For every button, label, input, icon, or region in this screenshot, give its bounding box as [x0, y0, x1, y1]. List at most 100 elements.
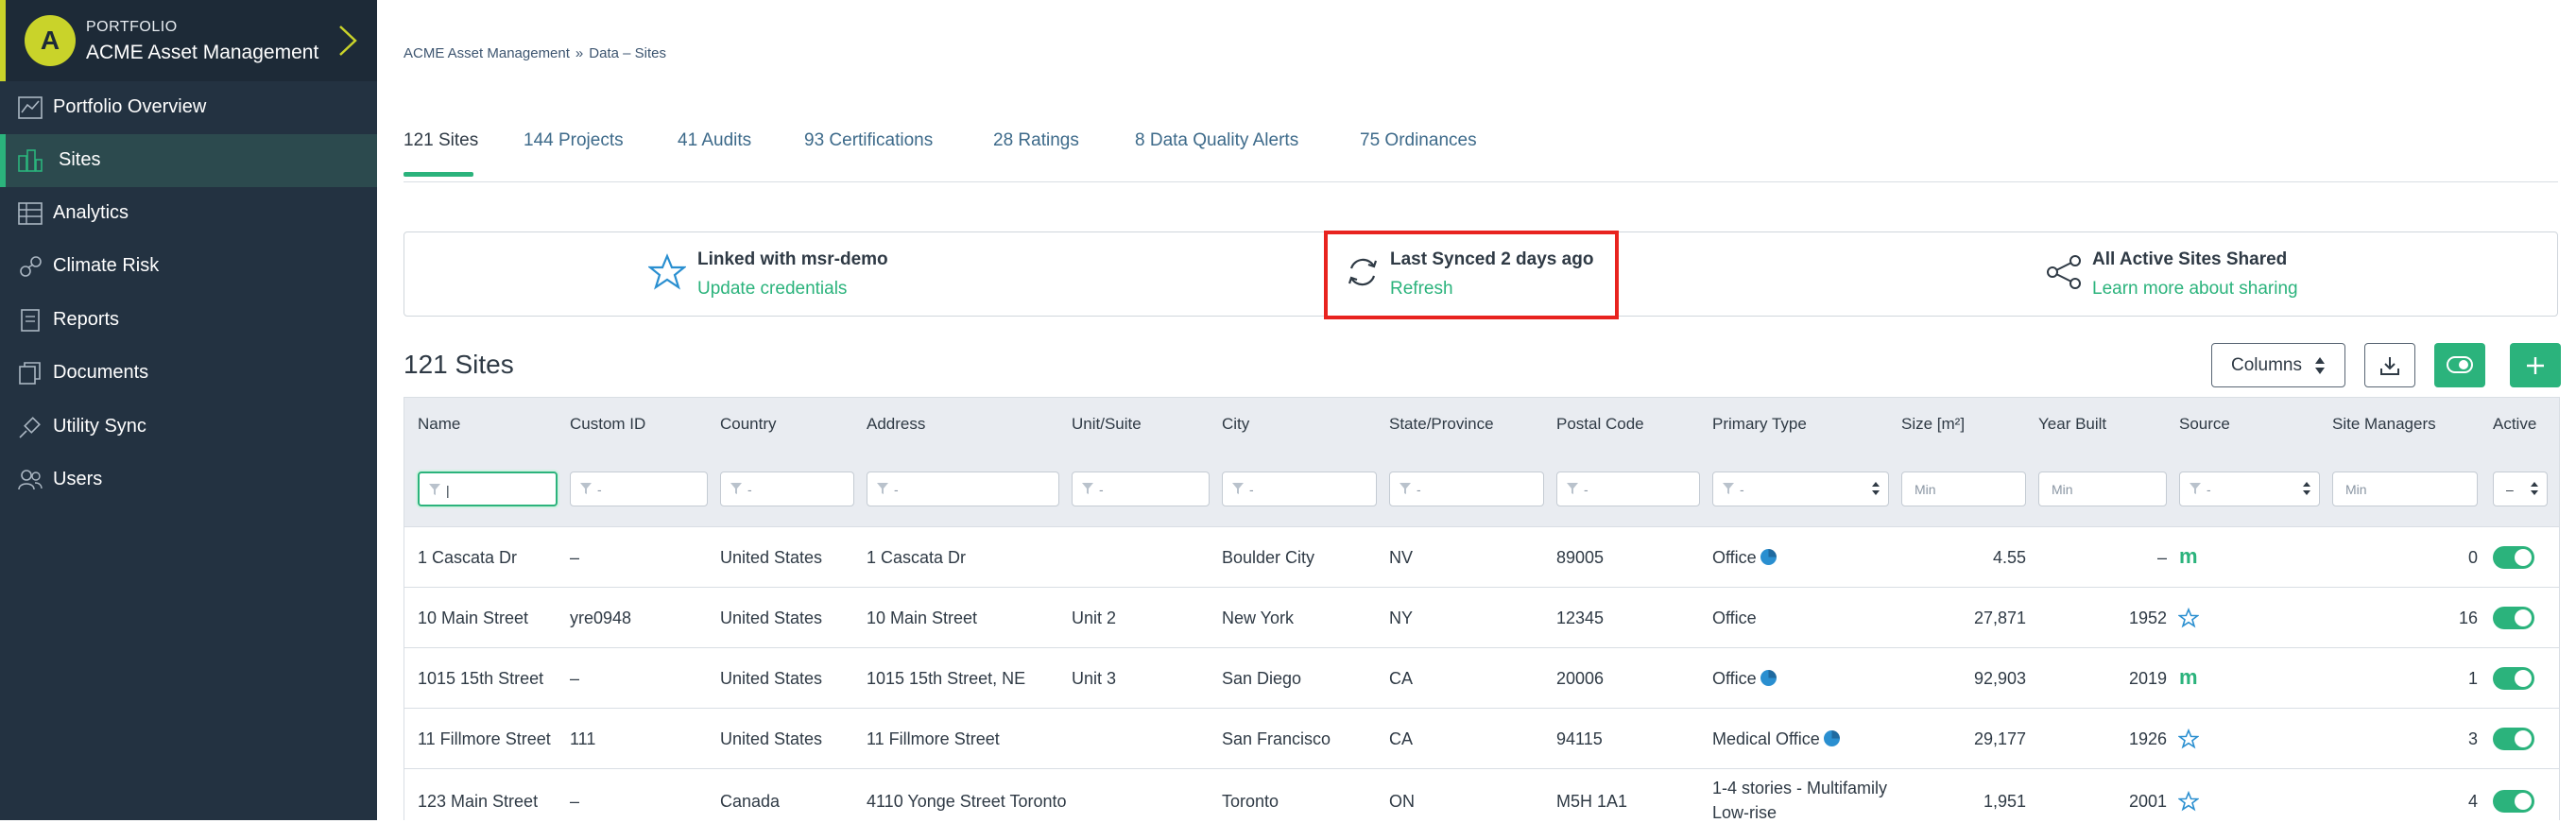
breadcrumb-root-link[interactable]: ACME Asset Management [404, 45, 570, 61]
unit-filter-input[interactable]: - [1072, 472, 1210, 506]
cell-country: United States [720, 548, 823, 567]
cell-state: NY [1389, 609, 1414, 627]
filter-icon [877, 483, 888, 494]
cell-size: 4.55 [1992, 548, 2026, 567]
name-filter-input[interactable]: | [418, 472, 558, 506]
sidebar-item-utility-sync[interactable]: Utility Sync [0, 401, 377, 454]
tab-audits[interactable]: 41 Audits [678, 130, 751, 151]
state-filter-input[interactable]: - [1389, 472, 1544, 506]
update-credentials-link[interactable]: Update credentials [697, 279, 888, 300]
toggle-view-button[interactable] [2434, 343, 2485, 387]
tab-certifications[interactable]: 93 Certifications [804, 130, 933, 151]
tab-ratings[interactable]: 28 Ratings [993, 130, 1079, 151]
cell-primary-type: Office [1712, 609, 1757, 627]
columns-button[interactable]: Columns [2211, 343, 2345, 387]
sidebar-item-sites[interactable]: Sites [0, 134, 377, 187]
breadcrumb-current[interactable]: Data – Sites [589, 45, 666, 61]
breadcrumb-separator: » [575, 45, 584, 61]
cell-name[interactable]: 123 Main Street [418, 792, 538, 812]
portfolio-switcher[interactable]: A PORTFOLIO ACME Asset Management [0, 0, 377, 81]
column-header-year-built[interactable]: Year Built [2038, 415, 2106, 434]
column-header-state[interactable]: State/Province [1389, 415, 1494, 434]
avatar: A [25, 15, 76, 66]
active-toggle[interactable] [2493, 667, 2534, 690]
column-header-active[interactable]: Active [2493, 415, 2536, 434]
report-icon [21, 309, 40, 332]
column-header-site-managers[interactable]: Site Managers [2332, 415, 2436, 434]
column-header-city[interactable]: City [1222, 415, 1249, 434]
sidebar-item-analytics[interactable]: Analytics [0, 187, 377, 240]
sites-table: Name Custom ID Country Address Unit/Suit… [404, 397, 2560, 822]
column-header-primary-type[interactable]: Primary Type [1712, 415, 1807, 434]
cell-year-built: 2001 [2128, 792, 2167, 811]
city-filter-input[interactable]: - [1222, 472, 1377, 506]
climate-icon [20, 256, 42, 277]
cell-city: Toronto [1222, 792, 1279, 811]
tab-ordinances[interactable]: 75 Ordinances [1360, 130, 1477, 151]
cell-name[interactable]: 1 Cascata Dr [418, 548, 517, 568]
column-header-source[interactable]: Source [2179, 415, 2230, 434]
columns-label: Columns [2231, 355, 2302, 375]
sidebar-item-climate-risk[interactable]: Climate Risk [0, 240, 377, 293]
cell-country: Canada [720, 792, 781, 811]
sidebar-item-reports[interactable]: Reports [0, 294, 377, 347]
sidebar-item-documents[interactable]: Documents [0, 347, 377, 400]
sidebar-item-users[interactable]: Users [0, 454, 377, 506]
filter-row: | - - - - - - - - Min Min - Min – [404, 452, 2559, 527]
postal-code-filter-input[interactable]: - [1556, 472, 1700, 506]
active-toggle[interactable] [2493, 607, 2534, 629]
download-button[interactable] [2364, 343, 2415, 387]
active-toggle[interactable] [2493, 790, 2534, 813]
table-row[interactable]: 11 Fillmore Street 111 United States 11 … [404, 709, 2559, 769]
sidebar-item-portfolio-overview[interactable]: Portfolio Overview [0, 81, 377, 134]
select-arrows-icon [2531, 482, 2538, 495]
cell-country: United States [720, 669, 823, 688]
sidebar-item-label: Climate Risk [53, 255, 160, 276]
tab-sites[interactable]: 121 Sites [404, 130, 478, 151]
primary-type-filter-select[interactable]: - [1712, 472, 1889, 506]
chevron-right-icon[interactable] [336, 23, 359, 59]
column-header-unit[interactable]: Unit/Suite [1072, 415, 1142, 434]
table-row[interactable]: 10 Main Street yre0948 United States 10 … [404, 588, 2559, 648]
active-toggle[interactable] [2493, 546, 2534, 569]
year-built-min-input[interactable]: Min [2038, 472, 2167, 506]
learn-more-sharing-link[interactable]: Learn more about sharing [2092, 279, 2298, 300]
filter-icon [1232, 483, 1244, 494]
share-icon [2047, 255, 2081, 289]
active-toggle[interactable] [2493, 728, 2534, 750]
tab-data-quality-alerts[interactable]: 8 Data Quality Alerts [1135, 130, 1298, 151]
column-header-name[interactable]: Name [418, 415, 460, 434]
add-site-button[interactable] [2510, 343, 2561, 387]
country-filter-input[interactable]: - [720, 472, 854, 506]
column-header-country[interactable]: Country [720, 415, 777, 434]
custom-id-filter-input[interactable]: - [570, 472, 708, 506]
cell-size: 27,871 [1973, 609, 2026, 627]
highlight-box [1324, 231, 1619, 319]
column-header-address[interactable]: Address [867, 415, 925, 434]
column-header-postal-code[interactable]: Postal Code [1556, 415, 1644, 434]
cell-country: United States [720, 609, 823, 627]
cell-name[interactable]: 11 Fillmore Street [418, 729, 551, 749]
tab-projects[interactable]: 144 Projects [524, 130, 624, 151]
cell-address: 10 Main Street [867, 609, 978, 627]
cell-unit: Unit 2 [1072, 609, 1117, 627]
column-header-size[interactable]: Size [m²] [1901, 415, 1965, 434]
tab-bar: 121 Sites 144 Projects 41 Audits 93 Cert… [404, 123, 2558, 182]
cell-name[interactable]: 1015 15th Street [418, 669, 543, 689]
address-filter-input[interactable]: - [867, 472, 1059, 506]
cell-postal-code: 20006 [1556, 669, 1605, 688]
column-header-custom-id[interactable]: Custom ID [570, 415, 645, 434]
table-row[interactable]: 1 Cascata Dr – United States 1 Cascata D… [404, 527, 2559, 588]
site-managers-min-input[interactable]: Min [2332, 472, 2478, 506]
filter-placeholder: - [1740, 482, 1744, 497]
source-filter-select[interactable]: - [2179, 472, 2320, 506]
primary-type-text: Medical Office [1712, 729, 1820, 748]
filter-icon [1567, 483, 1578, 494]
size-min-input[interactable]: Min [1901, 472, 2026, 506]
active-filter-select[interactable]: – [2493, 472, 2548, 506]
table-row[interactable]: 1015 15th Street – United States 1015 15… [404, 648, 2559, 709]
cell-name[interactable]: 10 Main Street [418, 609, 528, 628]
table-row[interactable]: 123 Main Street – Canada 4110 Yonge Stre… [404, 769, 2559, 822]
star-icon [2178, 791, 2199, 812]
filter-placeholder: - [1249, 482, 1254, 497]
